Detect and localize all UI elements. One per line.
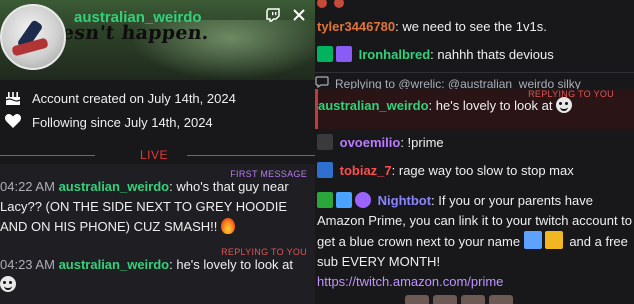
chat-panel: tyler3446780: we need to see the 1v1s. I… (315, 0, 634, 304)
chat-message: tyler3446780: we need to see the 1v1s. (317, 19, 547, 34)
verified-badge-icon[interactable] (317, 192, 333, 208)
message-timestamp: 04:23 AM (0, 257, 55, 272)
face-emoji (556, 97, 573, 113)
emote-thumb (489, 295, 513, 304)
chat-username[interactable]: Ironhalbred (359, 47, 431, 62)
subscriber-badge-icon[interactable] (336, 46, 352, 62)
chat-message (315, 0, 634, 11)
divider (315, 72, 634, 73)
chat-message: tobiaz_7: rage way too slow to stop max (315, 161, 634, 181)
chat-text: !prime (407, 135, 444, 150)
emote-thumb (461, 295, 485, 304)
live-label: LIVE (140, 148, 169, 162)
prediction-badge-icon[interactable] (317, 46, 333, 62)
chat-message: Ironhalbred: nahhh thats devious (315, 45, 634, 65)
highlighted-reply-message: REPLYING TO YOU australian_weirdo: he's … (315, 89, 634, 129)
moderator-badge-icon[interactable] (355, 192, 371, 208)
chat-username[interactable]: tyler3446780 (317, 19, 395, 34)
emote-thumb (433, 295, 457, 304)
chat-message: Nightbot: If you or your parents have Am… (317, 192, 633, 289)
heart-icon (4, 112, 22, 133)
message-text: he's lovely to look at (176, 257, 294, 272)
chat-message: ovoemilio: !prime (315, 133, 634, 153)
twitch-icon[interactable] (265, 7, 281, 23)
emote-row (405, 295, 513, 304)
crown-emote (544, 231, 563, 249)
card-username[interactable]: australian_weirdo (74, 9, 202, 26)
card-message: FIRST MESSAGE 04:22 AM australian_weirdo… (0, 164, 315, 240)
no-audio-badge-icon[interactable] (317, 134, 333, 150)
message-username[interactable]: australian_weirdo (59, 179, 170, 194)
chat-text: rage way too slow to stop max (398, 163, 574, 178)
face-emoji (0, 276, 16, 292)
chat-text: nahhh thats devious (437, 47, 554, 62)
emote-thumb (405, 295, 429, 304)
close-icon[interactable] (291, 7, 307, 23)
badge-icon (317, 0, 327, 8)
account-created-row: Account created on July 14th, 2024 (4, 88, 236, 109)
following-since-row: Following since July 14th, 2024 (4, 112, 213, 133)
chat-username[interactable]: ovoemilio (340, 135, 401, 150)
chat-username[interactable]: tobiaz_7 (340, 163, 392, 178)
message-username[interactable]: australian_weirdo (59, 257, 170, 272)
avatar[interactable] (0, 4, 66, 70)
chat-text: he's lovely to look at (435, 98, 553, 113)
fire-emoji (221, 218, 236, 234)
chat-link[interactable]: https://twitch.amazon.com/prime (317, 274, 503, 289)
crown-badge-icon[interactable] (317, 162, 333, 178)
sparkle-badge-icon[interactable] (336, 192, 352, 208)
blue-square-emote (523, 231, 542, 249)
card-actions (265, 7, 307, 23)
account-created-text: Account created on July 14th, 2024 (32, 91, 236, 106)
card-message: REPLYING TO YOU 04:23 AM australian_weir… (0, 240, 315, 304)
live-divider: LIVE (0, 148, 315, 162)
chat-username[interactable]: australian_weirdo (318, 98, 429, 113)
message-timestamp: 04:22 AM (0, 179, 55, 194)
badge-icon (333, 0, 344, 8)
following-since-text: Following since July 14th, 2024 (32, 115, 213, 130)
chat-text: we need to see the 1v1s. (402, 19, 547, 34)
user-card: esn't happen. australian_weirdo Account … (0, 0, 315, 304)
cake-icon (4, 88, 22, 109)
chat-username[interactable]: Nightbot (378, 193, 431, 208)
